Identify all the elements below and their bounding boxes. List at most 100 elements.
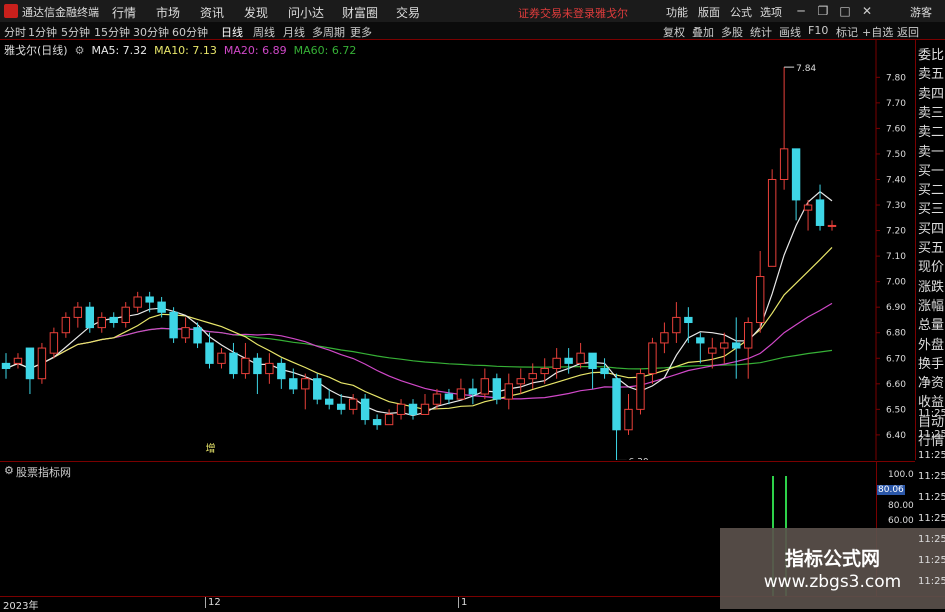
candle[interactable] [109, 312, 118, 328]
candle[interactable] [743, 317, 753, 379]
candle[interactable] [815, 184, 825, 231]
menu-options[interactable]: 选项 [760, 4, 782, 20]
period-5min[interactable]: 5分钟 [61, 24, 90, 40]
candle[interactable] [636, 368, 645, 415]
candle[interactable] [97, 312, 106, 333]
candle[interactable] [732, 317, 741, 379]
toolbar-adjust[interactable]: 复权 [663, 24, 685, 40]
candle[interactable] [456, 378, 466, 400]
toolbar-overlay[interactable]: 叠加 [692, 24, 714, 40]
candle[interactable] [253, 353, 262, 395]
minimize-icon[interactable]: ─ [792, 2, 810, 20]
candle[interactable] [360, 394, 370, 425]
menu-discover[interactable]: 发现 [244, 4, 268, 21]
candle[interactable] [588, 352, 597, 389]
period-60min[interactable]: 60分钟 [172, 24, 208, 40]
candle[interactable] [420, 394, 430, 415]
candle[interactable] [61, 312, 71, 338]
candle[interactable] [313, 373, 322, 405]
candle[interactable] [277, 358, 286, 389]
candle[interactable] [25, 347, 35, 395]
menu-quotes[interactable]: 行情 [112, 4, 136, 21]
candle[interactable] [779, 67, 789, 190]
candle[interactable] [540, 358, 549, 384]
menu-formula[interactable]: 公式 [730, 4, 752, 20]
candle[interactable] [384, 409, 394, 426]
period-monthly[interactable]: 月线 [283, 24, 305, 40]
candle-body [755, 276, 765, 324]
login-warning[interactable]: 证券交易未登录 [518, 5, 595, 21]
candle[interactable] [229, 342, 238, 379]
menu-ask[interactable]: 问小达 [288, 4, 324, 21]
menu-wealth[interactable]: 财富圈 [342, 4, 378, 21]
toolbar-stats[interactable]: 统计 [750, 24, 772, 40]
candle[interactable] [767, 169, 777, 267]
toolbar-f10[interactable]: F10 [808, 24, 828, 37]
candle[interactable] [660, 322, 669, 354]
candle[interactable] [672, 302, 681, 343]
toolbar-mark[interactable]: 标记 [836, 24, 858, 40]
candle[interactable] [396, 399, 406, 420]
candle[interactable] [325, 388, 334, 410]
candle[interactable] [827, 220, 837, 231]
period-weekly[interactable]: 周线 [253, 24, 275, 40]
toolbar-draw[interactable]: 画线 [779, 24, 801, 40]
candle[interactable] [720, 332, 729, 364]
candle[interactable] [803, 199, 813, 231]
candle[interactable] [624, 394, 633, 435]
candle[interactable] [648, 337, 657, 384]
candle[interactable] [37, 342, 47, 384]
toolbar-add-watchlist[interactable]: +自选 [862, 24, 893, 40]
toolbar-multi-stock[interactable]: 多股 [721, 24, 743, 40]
restore-icon[interactable]: ❐ [814, 2, 832, 20]
candle[interactable] [600, 358, 609, 379]
candle-body [815, 199, 825, 226]
candle[interactable] [708, 337, 717, 369]
candle[interactable] [408, 399, 418, 420]
candle[interactable] [217, 348, 226, 369]
candle[interactable] [241, 342, 250, 379]
candle[interactable] [1, 353, 11, 379]
guest-label[interactable]: 游客 [910, 4, 932, 20]
menu-trade[interactable]: 交易 [396, 4, 420, 21]
candle[interactable] [301, 373, 310, 410]
period-30min[interactable]: 30分钟 [133, 24, 169, 40]
candle[interactable] [791, 148, 801, 221]
candle[interactable] [696, 332, 705, 364]
close-icon[interactable]: ✕ [858, 2, 876, 20]
candle[interactable] [372, 414, 382, 430]
candle[interactable] [13, 353, 23, 369]
candle[interactable] [504, 373, 513, 410]
candle[interactable] [480, 368, 490, 400]
candle[interactable] [49, 327, 59, 359]
toolbar-back[interactable]: 返回 [897, 24, 919, 40]
period-15min[interactable]: 15分钟 [94, 24, 130, 40]
period-more[interactable]: 更多 [350, 24, 372, 40]
candle[interactable] [612, 373, 621, 460]
indicator-settings-icon[interactable]: ⚙ [4, 464, 14, 477]
period-multi[interactable]: 多周期 [312, 24, 345, 40]
price-tick-label: 7.00 [886, 278, 906, 288]
period-1min[interactable]: 1分钟 [28, 24, 57, 40]
candle[interactable] [133, 291, 142, 313]
candle[interactable] [265, 353, 274, 384]
candle[interactable] [169, 307, 178, 343]
candle[interactable] [121, 302, 130, 328]
candle[interactable] [684, 307, 693, 343]
candle[interactable] [181, 317, 190, 343]
candle[interactable] [193, 322, 202, 349]
period-timeshare[interactable]: 分时 [4, 24, 26, 40]
candle[interactable] [755, 251, 765, 333]
menu-layout[interactable]: 版面 [698, 4, 720, 20]
maximize-icon[interactable]: □ [836, 2, 854, 20]
candlestick-chart[interactable]: 7.80 7.70 7.60 7.50 7.40 7.30 7.20 7.10 7.00 6.90… [0, 40, 915, 460]
candle[interactable] [73, 302, 83, 328]
candle[interactable] [516, 368, 525, 395]
menu-market[interactable]: 市场 [156, 4, 180, 21]
menu-news[interactable]: 资讯 [200, 4, 224, 21]
period-daily[interactable]: 日线 [221, 24, 243, 40]
candle[interactable] [468, 378, 478, 405]
candle-body [396, 403, 406, 415]
menu-function[interactable]: 功能 [666, 4, 688, 20]
price-tick-label: 6.70 [886, 354, 906, 364]
